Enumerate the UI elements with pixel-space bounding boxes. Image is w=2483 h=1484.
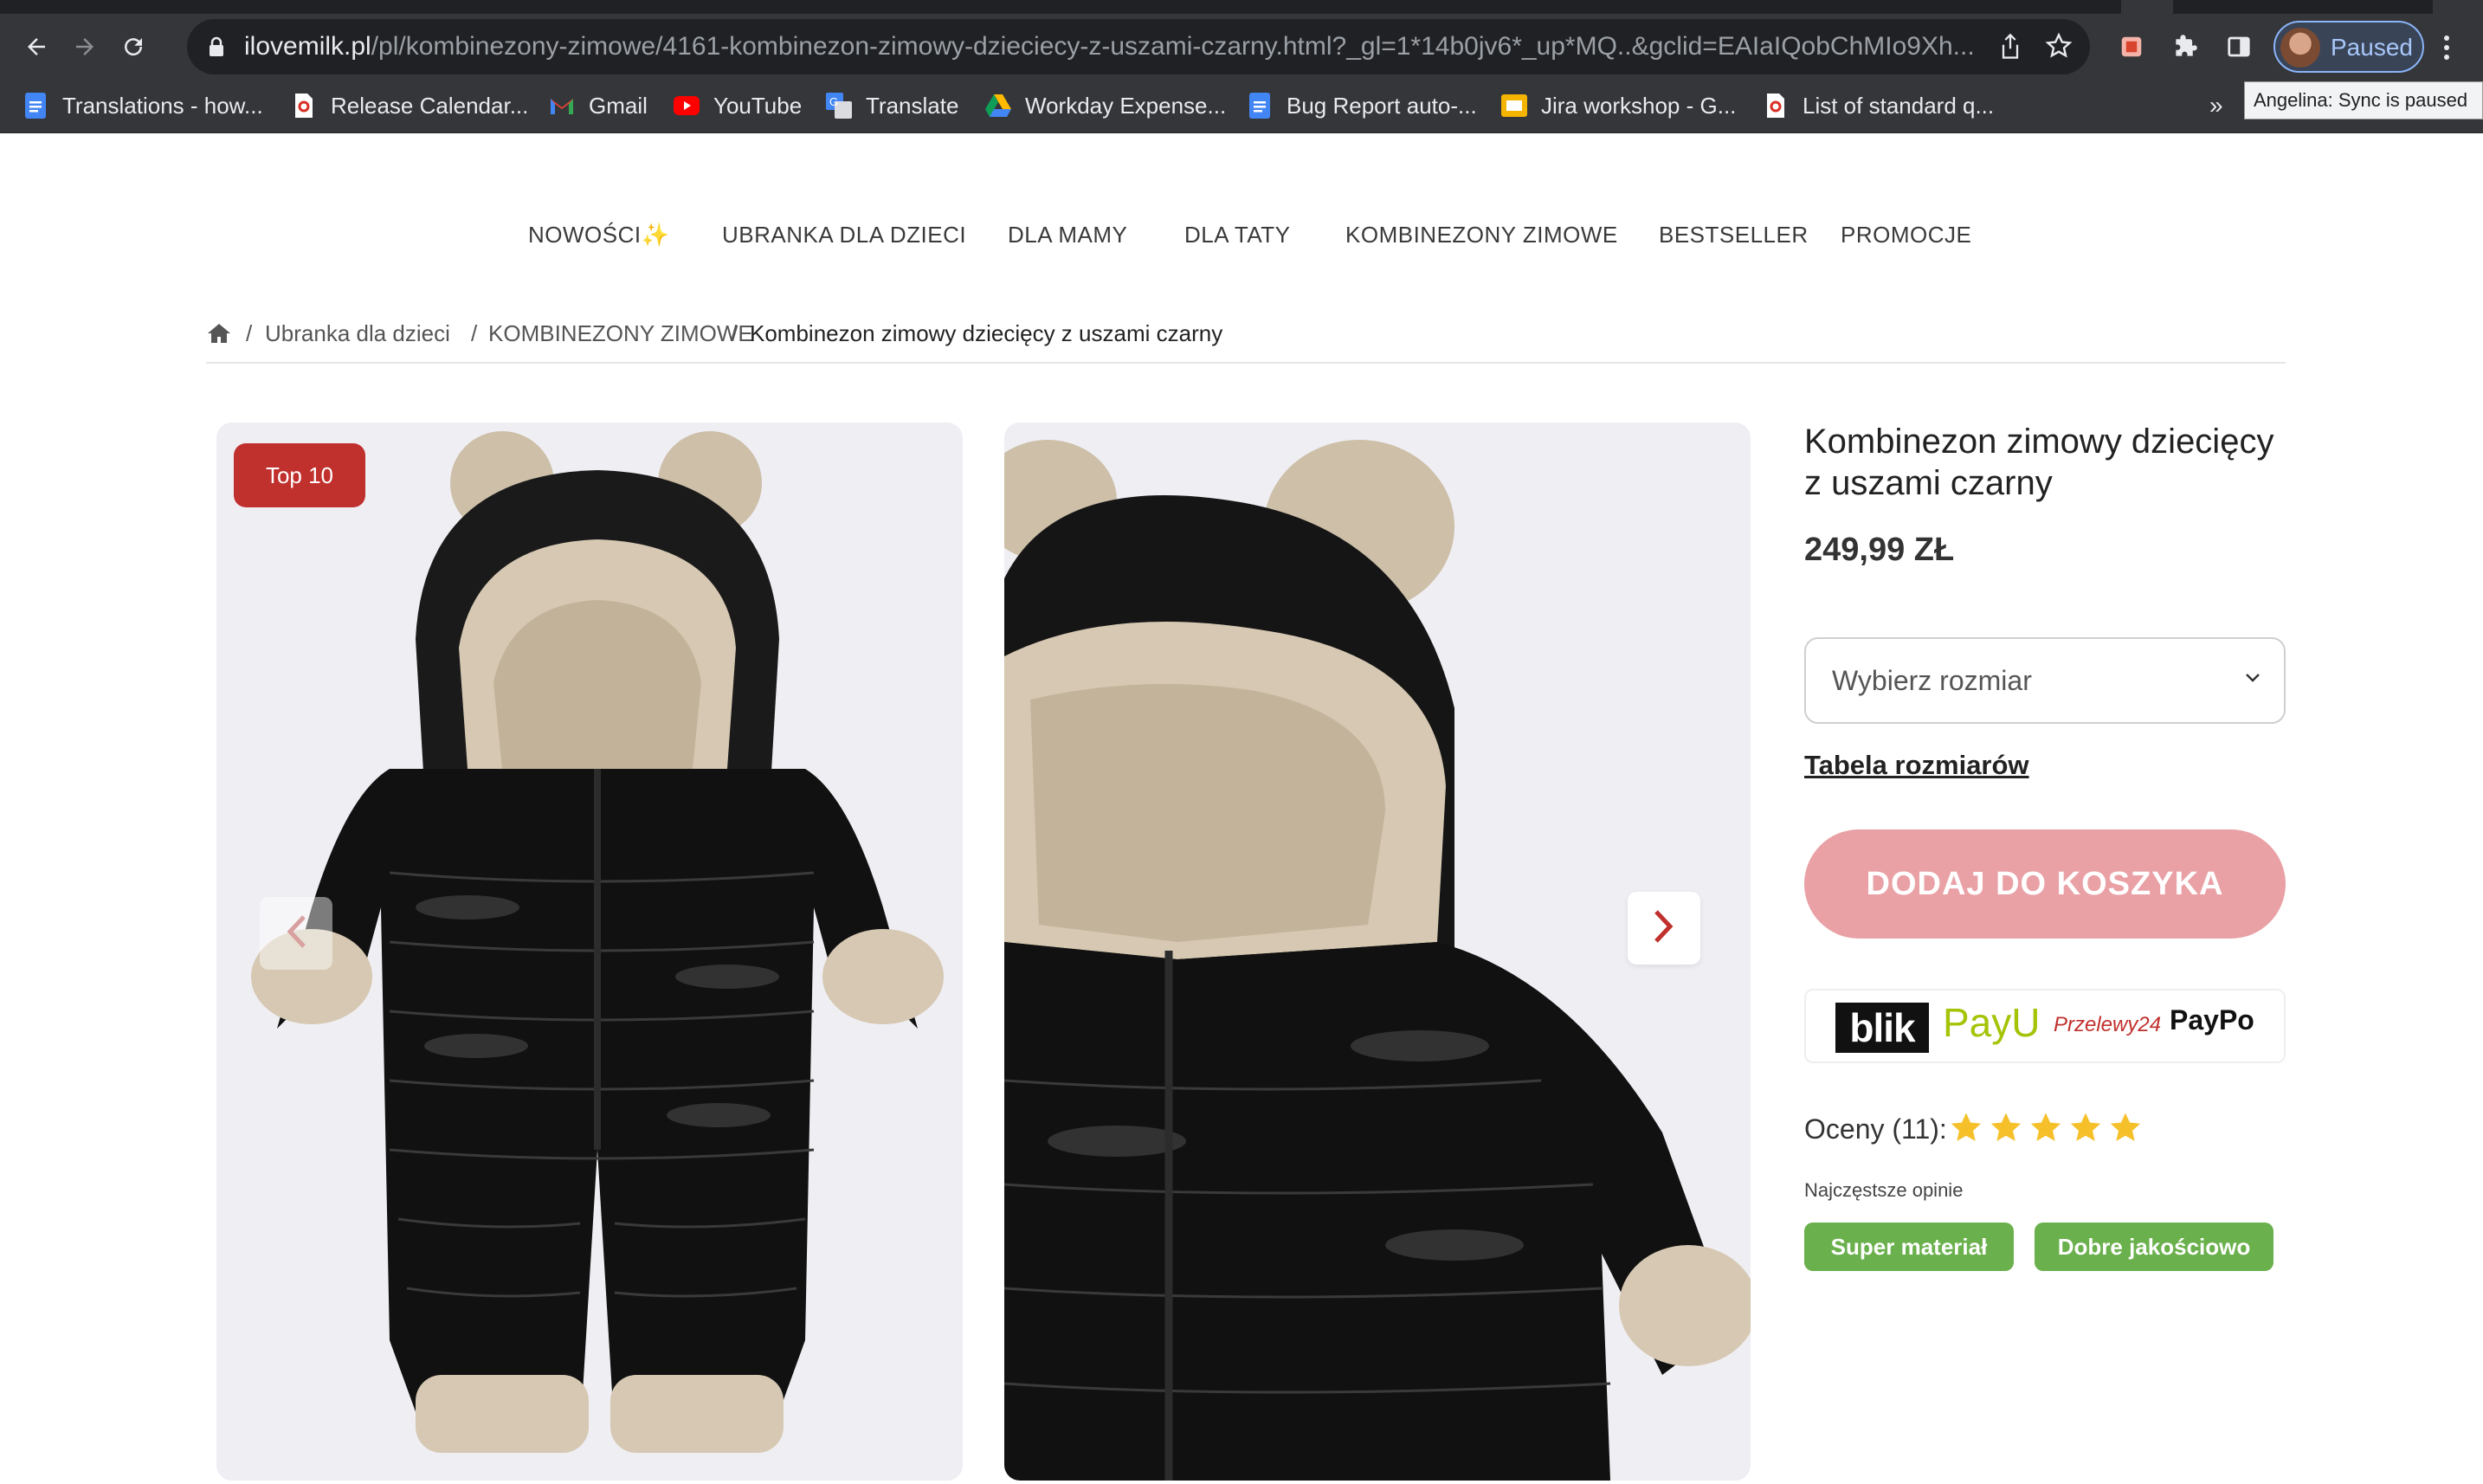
bookmark-item[interactable]: Translations - how... xyxy=(23,88,263,123)
chevron-down-icon xyxy=(2244,672,2261,688)
url-path: /pl/kombinezony-zimowe/4161-kombinezon-z… xyxy=(371,32,1975,61)
bookmark-label: Workday Expense... xyxy=(1025,92,1227,119)
gallery-prev-button[interactable] xyxy=(260,897,332,970)
payu-logo: PayU xyxy=(1943,1000,2041,1045)
rating-stars[interactable] xyxy=(1948,1110,2144,1151)
bookmark-label: Release Calendar... xyxy=(331,92,529,119)
nav-item-dla-mamy[interactable]: DLA MAMY xyxy=(1008,222,1127,248)
breadcrumb-divider xyxy=(206,362,2286,364)
nav-item-ubranka-dla-dzieci[interactable]: UBRANKA DLA DZIECI xyxy=(722,222,966,248)
extension-icon[interactable] xyxy=(2114,29,2149,64)
bookmark-item[interactable]: Bug Report auto-... xyxy=(1247,88,1477,123)
bookmark-item[interactable]: Workday Expense... xyxy=(985,88,1226,123)
gallery-next-button[interactable] xyxy=(1628,892,1700,965)
google-drive-icon xyxy=(985,93,1011,119)
avatar xyxy=(2280,28,2320,68)
bookmark-label: Gmail xyxy=(589,92,648,119)
przelewy24-logo: Przelewy24 xyxy=(2054,1013,2162,1036)
product-price: 249,99 ZŁ xyxy=(1804,532,1955,568)
add-to-cart-button[interactable]: DODAJ DO KOSZYKA xyxy=(1804,829,2286,939)
more-bookmarks-icon[interactable]: » xyxy=(2209,92,2223,119)
main-navigation: NOWOŚCI✨ UBRANKA DLA DZIECI DLA MAMY DLA… xyxy=(0,222,2483,256)
address-bar[interactable]: ilovemilk.pl/pl/kombinezony-zimowe/4161-… xyxy=(187,19,2090,74)
url-text[interactable]: ilovemilk.pl/pl/kombinezony-zimowe/4161-… xyxy=(244,32,1975,61)
size-select-placeholder: Wybierz rozmiar xyxy=(1832,665,2032,696)
page-icon xyxy=(291,93,317,119)
nav-item-nowosci[interactable]: NOWOŚCI✨ xyxy=(528,222,669,248)
bookmark-item[interactable]: Gmail xyxy=(549,88,648,123)
nav-item-bestseller[interactable]: BESTSELLER xyxy=(1659,222,1809,248)
bookmark-item[interactable]: List of standard q... xyxy=(1763,88,1994,123)
bookmark-label: Jira workshop - G... xyxy=(1541,92,1737,119)
breadcrumb-ubranka-dla-dzieci[interactable]: Ubranka dla dzieci xyxy=(265,320,450,347)
puzzle-extensions-icon[interactable] xyxy=(2168,29,2202,64)
gmail-icon xyxy=(549,93,575,119)
size-table-link[interactable]: Tabela rozmiarów xyxy=(1804,750,2029,781)
back-icon[interactable] xyxy=(19,29,54,64)
top10-badge: Top 10 xyxy=(234,443,365,507)
breadcrumb-current: Kombinezon zimowy dziecięcy z uszami cza… xyxy=(750,320,1223,346)
bookmark-label: YouTube xyxy=(713,92,803,119)
inactive-tab[interactable] xyxy=(2173,0,2433,14)
google-docs-icon xyxy=(1247,93,1273,119)
nav-item-dla-taty[interactable]: DLA TATY xyxy=(1184,222,1291,248)
youtube-icon xyxy=(674,93,700,119)
google-docs-icon xyxy=(23,93,48,119)
profile-button[interactable]: Paused xyxy=(2273,21,2424,73)
bookmark-item[interactable]: YouTube xyxy=(674,88,802,123)
breadcrumb-kombinezony-zimowe[interactable]: KOMBINEZONY ZIMOWE xyxy=(488,320,753,347)
blik-logo: blik xyxy=(1835,1003,1929,1053)
chrome-menu-icon[interactable] xyxy=(2441,35,2452,65)
svg-text:G: G xyxy=(829,95,838,108)
chevron-right-icon xyxy=(1653,908,1675,949)
bookmark-star-icon[interactable] xyxy=(2045,32,2073,64)
forward-icon[interactable] xyxy=(68,29,102,64)
nav-item-kombinezony-zimowe[interactable]: KOMBINEZONY ZIMOWE xyxy=(1345,222,1618,248)
bookmark-label: Translations - how... xyxy=(62,92,263,119)
tab-strip xyxy=(0,0,2483,14)
bookmark-item[interactable]: G Translate xyxy=(826,88,958,123)
reload-icon[interactable] xyxy=(116,29,151,64)
home-icon[interactable] xyxy=(206,322,232,351)
star-icon xyxy=(2028,1110,2064,1151)
payment-methods: blik PayU Przelewy24 PayPo xyxy=(1804,989,2286,1063)
opinion-tag-super-material[interactable]: Super materiał xyxy=(1804,1223,2014,1271)
star-icon xyxy=(2067,1110,2104,1151)
share-icon[interactable] xyxy=(1998,33,2022,65)
bookmark-label: Translate xyxy=(866,92,959,119)
bookmark-label: Bug Report auto-... xyxy=(1287,92,1477,119)
paypo-logo: PayPo xyxy=(2170,1004,2254,1036)
side-panel-icon[interactable] xyxy=(2222,29,2256,64)
profile-status-label: Paused xyxy=(2331,34,2413,61)
breadcrumb-separator: / xyxy=(246,320,253,346)
lock-icon[interactable] xyxy=(208,36,225,61)
opinions-label: Najczęstsze opinie xyxy=(1804,1179,1964,1201)
browser-toolbar: ilovemilk.pl/pl/kombinezony-zimowe/4161-… xyxy=(0,14,2483,80)
bookmark-item[interactable]: Release Calendar... xyxy=(291,88,528,123)
profile-tooltip: Angelina: Sync is paused xyxy=(2244,81,2483,119)
bookmarks-bar: Translations - how... Release Calendar..… xyxy=(0,80,2483,133)
star-icon xyxy=(2107,1110,2144,1151)
active-tab[interactable] xyxy=(0,0,2121,14)
size-select[interactable]: Wybierz rozmiar xyxy=(1804,637,2286,724)
page-icon xyxy=(1763,93,1789,119)
product-title: Kombinezon zimowy dziecięcy z uszami cza… xyxy=(1804,423,2274,502)
breadcrumb-separator: / xyxy=(731,320,738,346)
bookmark-label: List of standard q... xyxy=(1803,92,1995,119)
rating-label: Oceny (11): xyxy=(1804,1113,1947,1145)
url-host: ilovemilk.pl xyxy=(244,32,371,61)
google-slides-icon xyxy=(1501,93,1527,119)
breadcrumb-separator: / xyxy=(471,320,478,346)
star-icon xyxy=(1948,1110,1984,1151)
bookmark-item[interactable]: Jira workshop - G... xyxy=(1501,88,1736,123)
star-icon xyxy=(1988,1110,2024,1151)
nav-item-promocje[interactable]: PROMOCJE xyxy=(1841,222,1971,248)
translate-icon: G xyxy=(826,93,852,119)
chevron-left-icon xyxy=(285,913,307,954)
opinion-tag-dobre-jakosciowo[interactable]: Dobre jakościowo xyxy=(2035,1223,2273,1271)
